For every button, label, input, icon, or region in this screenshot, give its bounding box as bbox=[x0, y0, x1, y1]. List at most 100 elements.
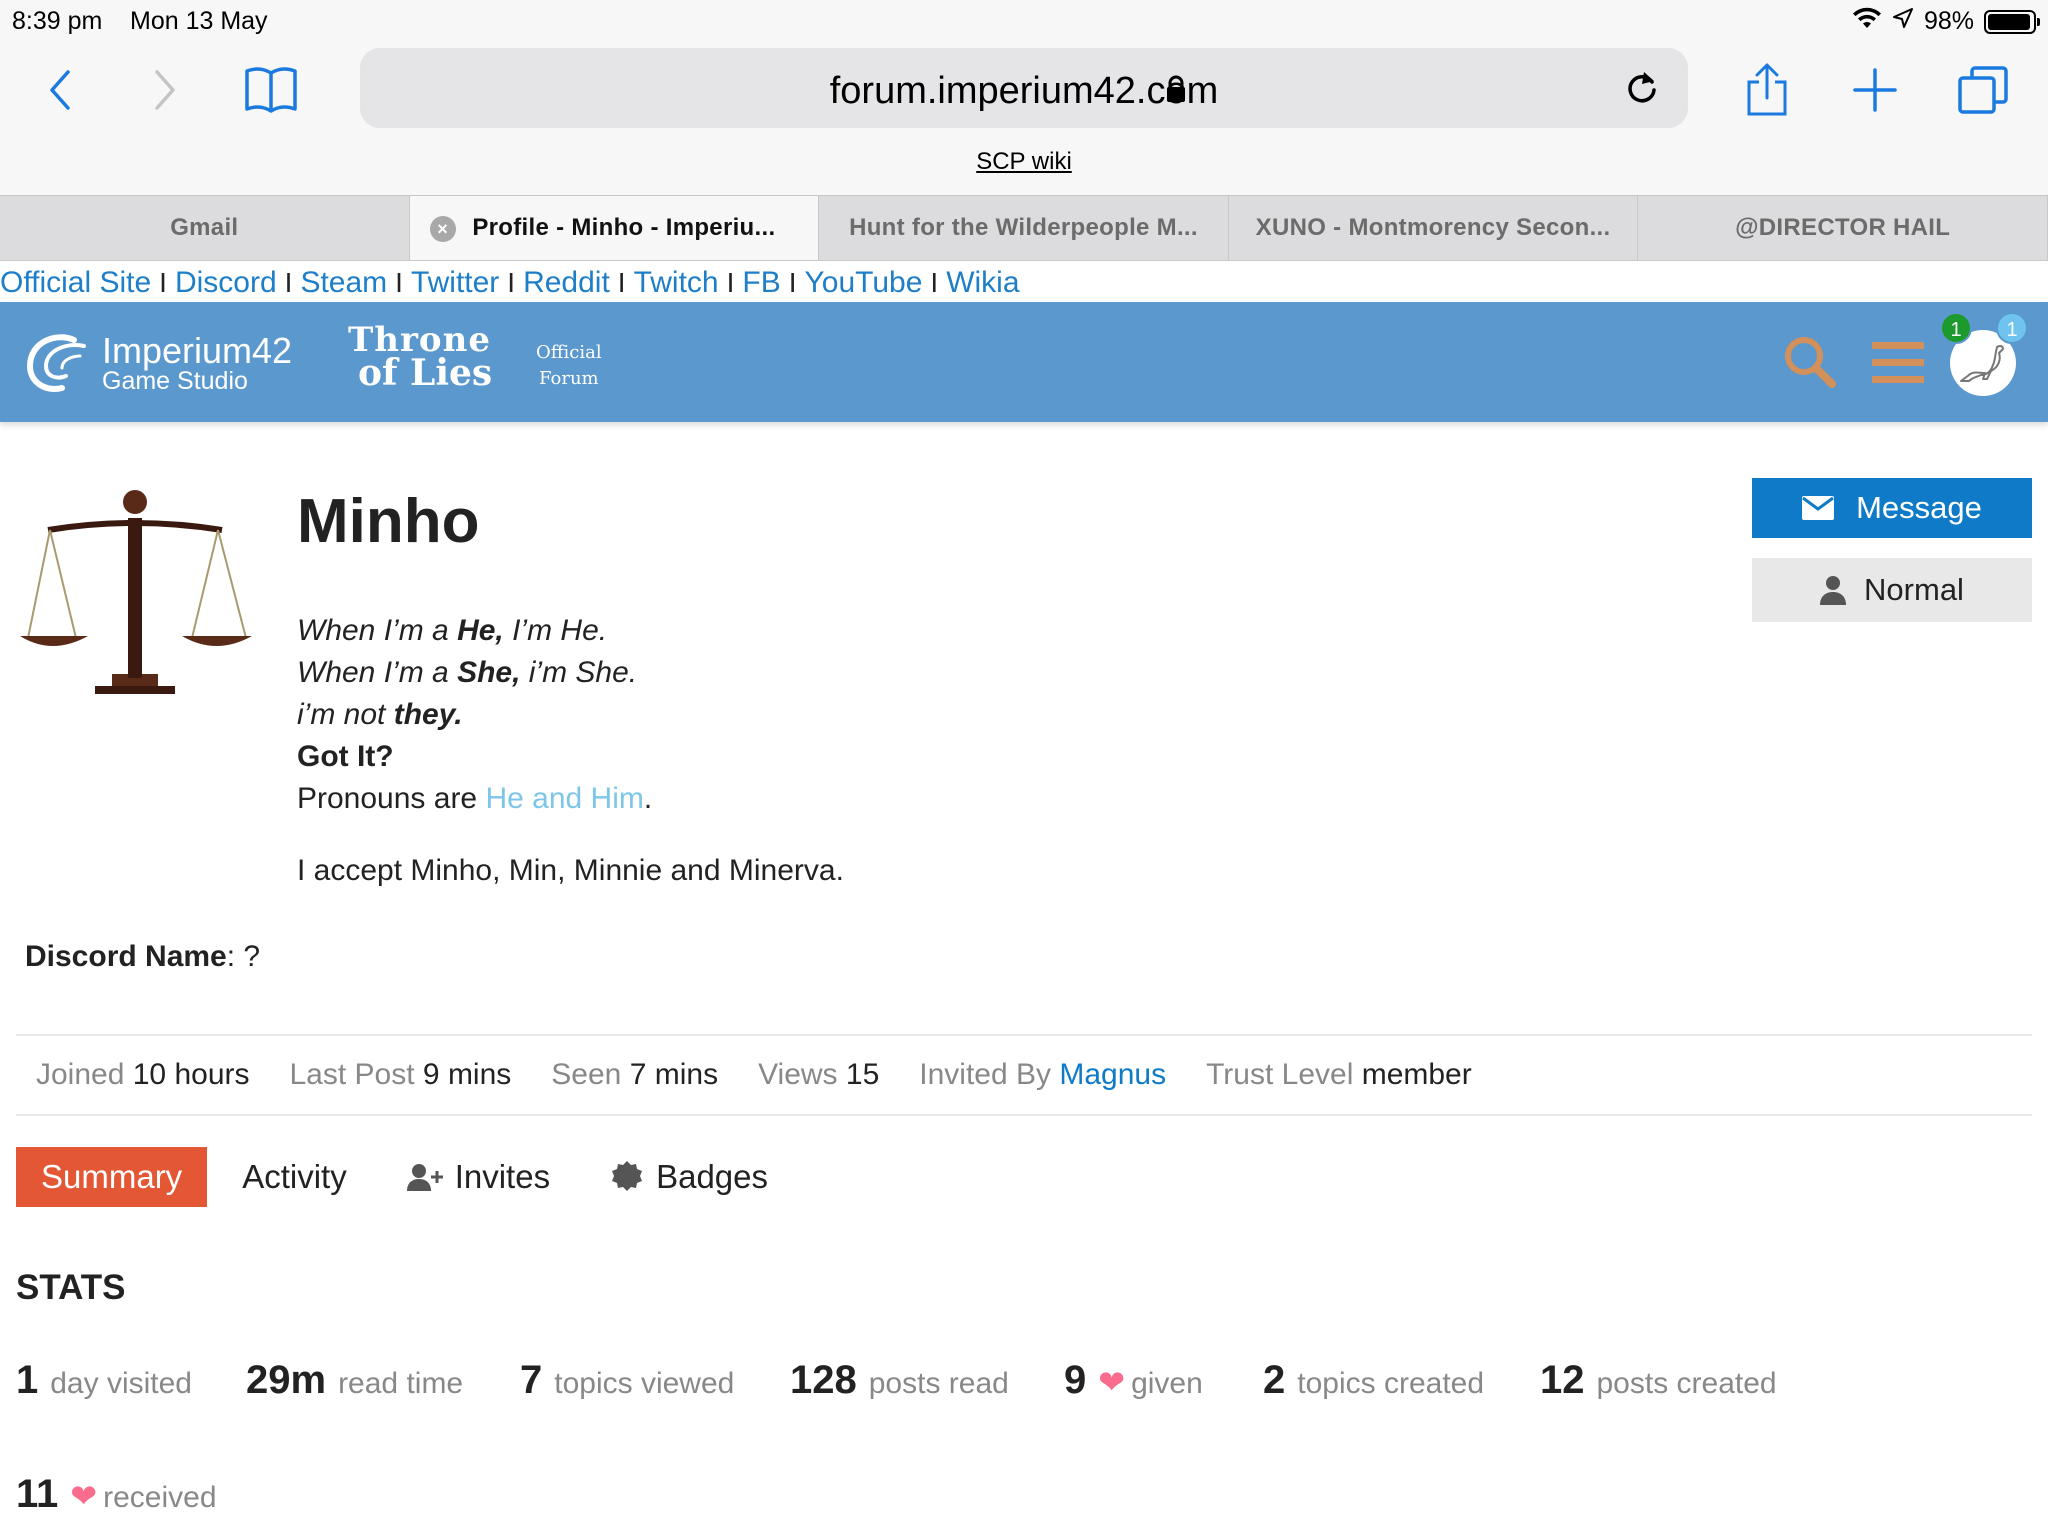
forward-button[interactable] bbox=[130, 60, 200, 120]
link-twitch[interactable]: Twitch bbox=[634, 266, 719, 300]
profile-meta: Joined 10 hours Last Post 9 mins Seen 7 … bbox=[36, 1058, 1472, 1092]
stat-value: 29m bbox=[246, 1358, 327, 1402]
notification-count-green[interactable]: 1 bbox=[1940, 312, 1972, 344]
stat-topics-created: 2 topics created bbox=[1263, 1358, 1484, 1403]
studio-subtitle: Game Studio bbox=[102, 366, 248, 395]
bio-text: I’m He. bbox=[503, 614, 608, 647]
bio-pronouns: Pronouns are He and Him. bbox=[297, 778, 844, 820]
link-official-site[interactable]: Official Site bbox=[0, 266, 151, 300]
status-bar: 8:39 pm Mon 13 May 98% bbox=[0, 0, 2048, 40]
tab-activity-label: Activity bbox=[242, 1158, 347, 1195]
location-icon bbox=[1892, 7, 1914, 36]
bio-text: . bbox=[643, 782, 653, 815]
tab-bar: Gmail × Profile - Minho - Imperiu... Hun… bbox=[0, 195, 2048, 261]
url-bar[interactable]: forum.imperium42.com bbox=[360, 48, 1688, 128]
tab-xuno[interactable]: XUNO - Montmorency Secon... bbox=[1229, 196, 1639, 260]
chevron-left-icon bbox=[50, 70, 70, 110]
message-button-label: Message bbox=[1856, 490, 1982, 525]
profile-bio: When I’m a He, I’m He. When I’m a She, i… bbox=[297, 610, 844, 892]
plus-icon bbox=[1853, 68, 1897, 112]
tab-summary[interactable]: Summary bbox=[16, 1147, 208, 1207]
tab-gmail[interactable]: Gmail bbox=[0, 196, 410, 260]
link-discord[interactable]: Discord bbox=[175, 266, 277, 300]
message-button[interactable]: Message bbox=[1752, 478, 2032, 538]
stat-label: topics viewed bbox=[554, 1367, 735, 1400]
tab-hunt-wilderpeople[interactable]: Hunt for the Wilderpeople M... bbox=[819, 196, 1229, 260]
official-forum-label: Official Forum bbox=[536, 340, 602, 392]
battery-percent: 98% bbox=[1923, 7, 1974, 35]
stat-label: posts read bbox=[868, 1367, 1009, 1400]
tab-director-hail[interactable]: @DIRECTOR HAIL bbox=[1638, 196, 2048, 260]
chevron-right-icon bbox=[155, 70, 175, 110]
discord-name-field: Discord Name: ? bbox=[25, 940, 260, 974]
stat-label: posts created bbox=[1596, 1367, 1777, 1400]
meta-value: 15 bbox=[845, 1058, 880, 1091]
stat-value: 7 bbox=[520, 1358, 543, 1402]
tab-summary-label: Summary bbox=[41, 1158, 183, 1195]
link-separator: I bbox=[726, 267, 735, 298]
bio-text: i’m not bbox=[297, 698, 394, 731]
meta-views: Views 15 bbox=[758, 1058, 879, 1092]
back-button[interactable] bbox=[25, 60, 95, 120]
url-text: forum.imperium42.com bbox=[829, 70, 1219, 112]
status-time: 8:39 pm bbox=[12, 7, 103, 35]
user-plus-icon bbox=[406, 1164, 443, 1191]
tab-label: Profile - Minho - Imperiu... bbox=[472, 214, 776, 241]
share-button[interactable] bbox=[1732, 60, 1802, 120]
link-wikia[interactable]: Wikia bbox=[946, 266, 1019, 300]
bio-text: When I’m a bbox=[297, 656, 458, 689]
divider bbox=[16, 1114, 2032, 1116]
tab-badges[interactable]: Badges bbox=[585, 1147, 793, 1207]
new-tab-button[interactable] bbox=[1840, 60, 1910, 120]
link-reddit[interactable]: Reddit bbox=[523, 266, 610, 300]
pronouns-link[interactable]: He and Him bbox=[485, 782, 643, 815]
bio-bold: She, bbox=[457, 656, 521, 689]
throne-of-lies-logo[interactable]: Throne of Lies bbox=[348, 323, 493, 395]
stat-label: given bbox=[1131, 1367, 1203, 1400]
tab-label: Hunt for the Wilderpeople M... bbox=[849, 214, 1198, 241]
link-separator: I bbox=[395, 267, 403, 298]
bio-text: When I’m a bbox=[297, 614, 458, 647]
tab-invites[interactable]: Invites bbox=[382, 1147, 575, 1207]
envelope-icon bbox=[1802, 496, 1835, 520]
meta-last-post: Last Post 9 mins bbox=[290, 1058, 512, 1092]
meta-value: 7 mins bbox=[629, 1058, 719, 1091]
game-title-line2: of Lies bbox=[358, 352, 493, 395]
tabs-overview-button[interactable] bbox=[1948, 60, 2018, 120]
divider bbox=[16, 1034, 2032, 1036]
meta-label: Views bbox=[758, 1058, 838, 1091]
link-fb[interactable]: FB bbox=[742, 266, 780, 300]
imperium42-logo[interactable]: Imperium42 Game Studio bbox=[24, 332, 292, 394]
stat-likes-given: 9 ❤ given bbox=[1064, 1358, 1203, 1403]
notification-level-button[interactable]: Normal bbox=[1752, 558, 2032, 622]
badge-certificate-icon bbox=[612, 1161, 643, 1191]
favorites-link-scp-wiki[interactable]: SCP wiki bbox=[0, 148, 2048, 176]
notification-count-blue[interactable]: 1 bbox=[1996, 312, 2028, 344]
tab-label: @DIRECTOR HAIL bbox=[1735, 214, 1951, 241]
stat-posts-read: 128 posts read bbox=[790, 1358, 1009, 1403]
tab-profile[interactable]: × Profile - Minho - Imperiu... bbox=[409, 196, 820, 260]
studio-name: Imperium42 bbox=[102, 329, 293, 371]
book-icon bbox=[245, 67, 297, 113]
link-twitter[interactable]: Twitter bbox=[411, 266, 499, 300]
close-tab-icon[interactable]: × bbox=[429, 216, 456, 242]
bio-line: i’m not they. bbox=[297, 694, 844, 736]
profile-nav: Summary Activity Invites Badges bbox=[16, 1147, 793, 1207]
link-steam[interactable]: Steam bbox=[300, 266, 387, 300]
invited-by-link[interactable]: Magnus bbox=[1059, 1058, 1166, 1091]
reload-icon[interactable] bbox=[1624, 68, 1660, 113]
tab-badges-label: Badges bbox=[656, 1158, 769, 1195]
tab-activity[interactable]: Activity bbox=[217, 1147, 372, 1207]
link-separator: I bbox=[617, 267, 626, 298]
tab-label: Gmail bbox=[170, 214, 239, 241]
official-line: Official bbox=[536, 342, 602, 363]
hamburger-menu-icon[interactable] bbox=[1872, 340, 1924, 391]
meta-value: 10 hours bbox=[132, 1058, 250, 1091]
stat-days-visited: 1 day visited bbox=[16, 1358, 192, 1403]
stats-heading: STATS bbox=[16, 1268, 126, 1307]
bio-bold: they. bbox=[393, 698, 463, 731]
bookmarks-button[interactable] bbox=[236, 60, 306, 120]
search-icon[interactable] bbox=[1782, 334, 1838, 395]
link-youtube[interactable]: YouTube bbox=[805, 266, 923, 300]
user-avatar-menu[interactable]: 1 1 bbox=[1940, 312, 2028, 396]
